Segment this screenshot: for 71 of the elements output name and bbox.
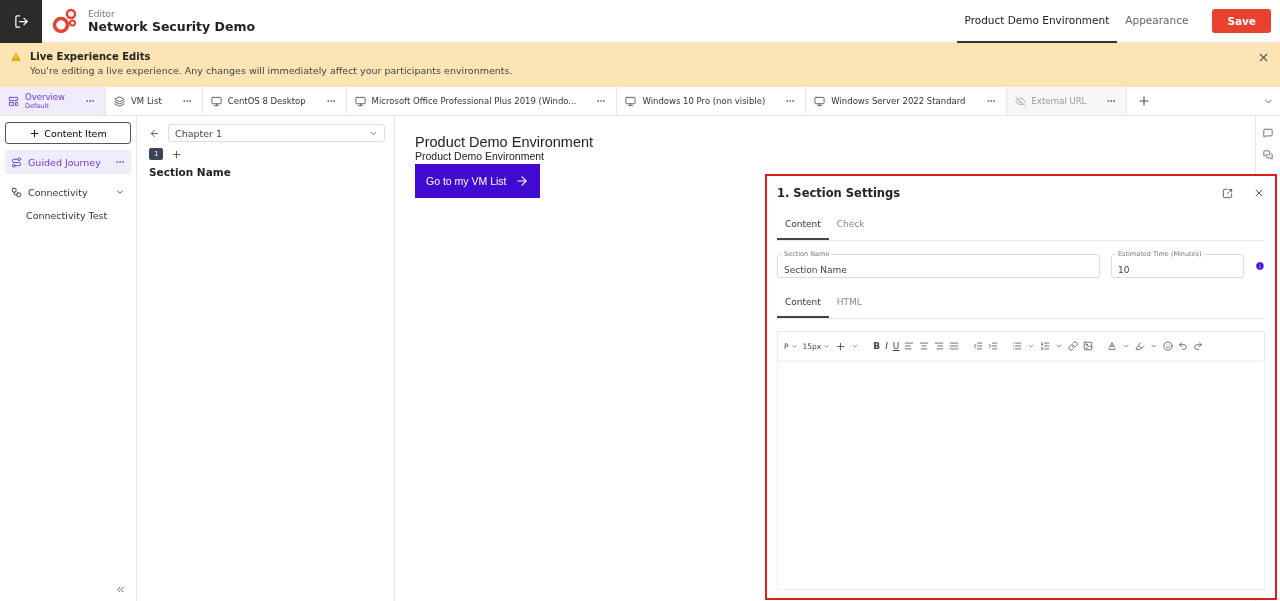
route-icon [11, 156, 22, 168]
layers-icon [114, 95, 126, 107]
back-icon[interactable] [149, 127, 160, 139]
workflow-icon [11, 186, 22, 198]
chat-icon[interactable] [1263, 150, 1273, 160]
plus-icon [29, 127, 41, 139]
italic-button[interactable]: I [885, 341, 888, 351]
close-icon[interactable] [1253, 187, 1265, 199]
align-center-icon[interactable] [919, 341, 930, 351]
chapter-select[interactable]: Chapter 1 [168, 124, 385, 142]
undo-icon[interactable] [1178, 341, 1189, 351]
eye-off-icon [1014, 95, 1026, 107]
text-color-icon[interactable] [1107, 341, 1118, 351]
exit-button[interactable] [0, 0, 42, 43]
exit-icon [13, 13, 29, 29]
banner-title: Live Experience Edits [30, 51, 152, 62]
chevron-down-icon[interactable] [851, 342, 860, 350]
expand-icon[interactable] [1222, 187, 1233, 199]
editor-label: Editor [88, 8, 116, 19]
sidebar-subitem[interactable]: Connectivity Test [5, 210, 131, 221]
chevron-down-icon[interactable] [1150, 342, 1159, 350]
chevron-down-icon[interactable] [1027, 342, 1036, 350]
highlight-icon[interactable] [1135, 341, 1146, 351]
logo-icon [52, 8, 78, 34]
align-left-icon[interactable] [904, 341, 915, 351]
page-icon [8, 95, 19, 107]
monitor-icon [814, 95, 826, 107]
chevron-down-icon [115, 187, 125, 197]
insert-icon[interactable] [835, 340, 847, 352]
emoji-icon[interactable] [1163, 341, 1174, 351]
chevron-down-icon [790, 342, 798, 350]
editor-tab[interactable]: Content [777, 292, 829, 318]
panel-title: 1. Section Settings [777, 186, 902, 200]
align-right-icon[interactable] [934, 341, 945, 351]
chevron-down-icon[interactable] [1055, 342, 1064, 350]
section-name[interactable]: Section Name [149, 166, 385, 178]
add-icon[interactable] [1137, 94, 1152, 108]
save-button[interactable]: Save [1212, 9, 1271, 33]
add-icon[interactable] [171, 148, 183, 160]
bullet-list-icon[interactable] [1012, 341, 1023, 351]
settings-tab[interactable]: Content [777, 214, 829, 240]
sidebar-item[interactable]: Connectivity [5, 180, 131, 204]
sidebar-item[interactable]: Guided Journey [5, 150, 131, 174]
collapse-icon[interactable] [115, 584, 126, 595]
align-justify-icon[interactable] [949, 341, 960, 351]
preview-heading: Product Demo Environment [415, 134, 594, 150]
project-title: Network Security Demo [88, 18, 257, 34]
chevron-down-icon[interactable] [1122, 342, 1131, 350]
add-content-button[interactable]: Content Item [5, 122, 131, 144]
banner-message: You're editing a live experience. Any changes will immediately affect your participants environments. [30, 65, 514, 76]
chevron-down-icon [823, 342, 831, 350]
monitor-icon [354, 95, 366, 107]
monitor-icon [625, 95, 637, 107]
link-icon[interactable] [1068, 341, 1079, 351]
vm-list-button[interactable]: Go to my VM List [415, 164, 540, 198]
redo-icon[interactable] [1193, 341, 1204, 351]
close-icon[interactable] [1257, 51, 1270, 64]
indent-icon[interactable] [988, 341, 999, 351]
monitor-icon [210, 95, 222, 107]
info-icon[interactable] [1255, 261, 1265, 271]
editor-tab[interactable]: HTML [828, 292, 870, 318]
image-icon[interactable] [1083, 341, 1094, 351]
numbered-list-icon[interactable] [1040, 341, 1051, 351]
nav-tab[interactable]: Appearance [1117, 0, 1197, 43]
preview-subheading: Product Demo Environment [415, 150, 544, 162]
bold-button[interactable]: B [873, 341, 881, 351]
outdent-icon[interactable] [973, 341, 984, 351]
underline-button[interactable]: U [892, 341, 900, 351]
settings-tab[interactable]: Check [828, 214, 873, 240]
warning-icon [10, 51, 22, 63]
comment-icon[interactable] [1263, 128, 1273, 138]
